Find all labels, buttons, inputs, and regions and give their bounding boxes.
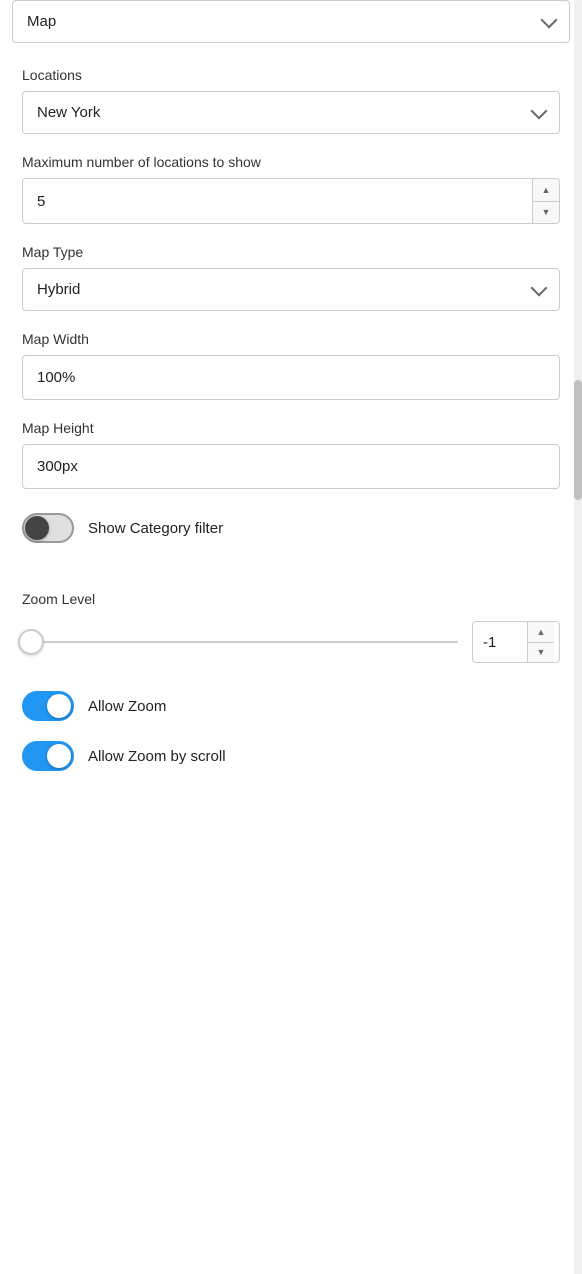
show-category-filter-row: Show Category filter (0, 513, 582, 543)
map-width-label: Map Width (22, 331, 560, 347)
allow-zoom-toggle[interactable] (22, 691, 74, 721)
map-height-input[interactable] (22, 444, 560, 489)
allow-zoom-by-scroll-label: Allow Zoom by scroll (88, 748, 226, 765)
chevron-down-icon (531, 279, 548, 296)
toggle-thumb (47, 694, 71, 718)
zoom-spinner-down-button[interactable]: ▼ (528, 643, 554, 663)
scrollbar-thumb[interactable] (574, 380, 582, 500)
map-height-label: Map Height (22, 420, 560, 436)
max-locations-label: Maximum number of locations to show (22, 154, 560, 170)
map-type-dropdown[interactable]: Hybrid (22, 268, 560, 311)
zoom-slider-wrapper (22, 627, 458, 657)
max-locations-input-wrapper: ▲ ▼ (22, 178, 560, 224)
locations-section: Locations New York (0, 67, 582, 134)
toggle-track (22, 741, 74, 771)
map-type-label: Map Type (22, 244, 560, 260)
spinner-up-button[interactable]: ▲ (533, 179, 559, 202)
allow-zoom-by-scroll-toggle[interactable] (22, 741, 74, 771)
max-locations-spinner: ▲ ▼ (532, 179, 559, 223)
toggle-track (22, 513, 74, 543)
map-type-value: Hybrid (37, 281, 80, 298)
zoom-number-input[interactable] (473, 624, 527, 661)
max-locations-input[interactable] (23, 181, 532, 222)
toggle-track (22, 691, 74, 721)
zoom-level-label: Zoom Level (22, 591, 560, 607)
zoom-spinner-up-button[interactable]: ▲ (528, 622, 554, 643)
zoom-slider-track (22, 641, 458, 643)
show-category-filter-label: Show Category filter (88, 520, 223, 537)
zoom-slider-thumb[interactable] (18, 629, 44, 655)
map-width-section: Map Width (0, 331, 582, 400)
max-locations-section: Maximum number of locations to show ▲ ▼ (0, 154, 582, 224)
show-category-filter-toggle[interactable] (22, 513, 74, 543)
zoom-spinner: ▲ ▼ (527, 622, 554, 662)
map-type-section: Map Type Hybrid (0, 244, 582, 311)
map-width-input[interactable] (22, 355, 560, 400)
settings-panel: Map Locations New York Maximum number of… (0, 0, 582, 811)
chevron-down-icon (541, 11, 558, 28)
zoom-level-section: Zoom Level ▲ ▼ (0, 591, 582, 663)
allow-zoom-row: Allow Zoom (0, 691, 582, 721)
map-height-section: Map Height (0, 420, 582, 489)
allow-zoom-by-scroll-row: Allow Zoom by scroll (0, 741, 582, 771)
allow-zoom-label: Allow Zoom (88, 698, 166, 715)
locations-label: Locations (22, 67, 560, 83)
chevron-down-icon (531, 102, 548, 119)
scrollbar[interactable] (574, 0, 582, 1274)
locations-value: New York (37, 104, 100, 121)
map-type-top-dropdown[interactable]: Map (12, 0, 570, 43)
zoom-number-wrapper: ▲ ▼ (472, 621, 560, 663)
map-top-value: Map (27, 13, 56, 30)
spinner-down-button[interactable]: ▼ (533, 202, 559, 224)
toggle-thumb (25, 516, 49, 540)
toggle-thumb (47, 744, 71, 768)
zoom-control-row: ▲ ▼ (22, 621, 560, 663)
locations-dropdown[interactable]: New York (22, 91, 560, 134)
spacer (0, 551, 582, 571)
